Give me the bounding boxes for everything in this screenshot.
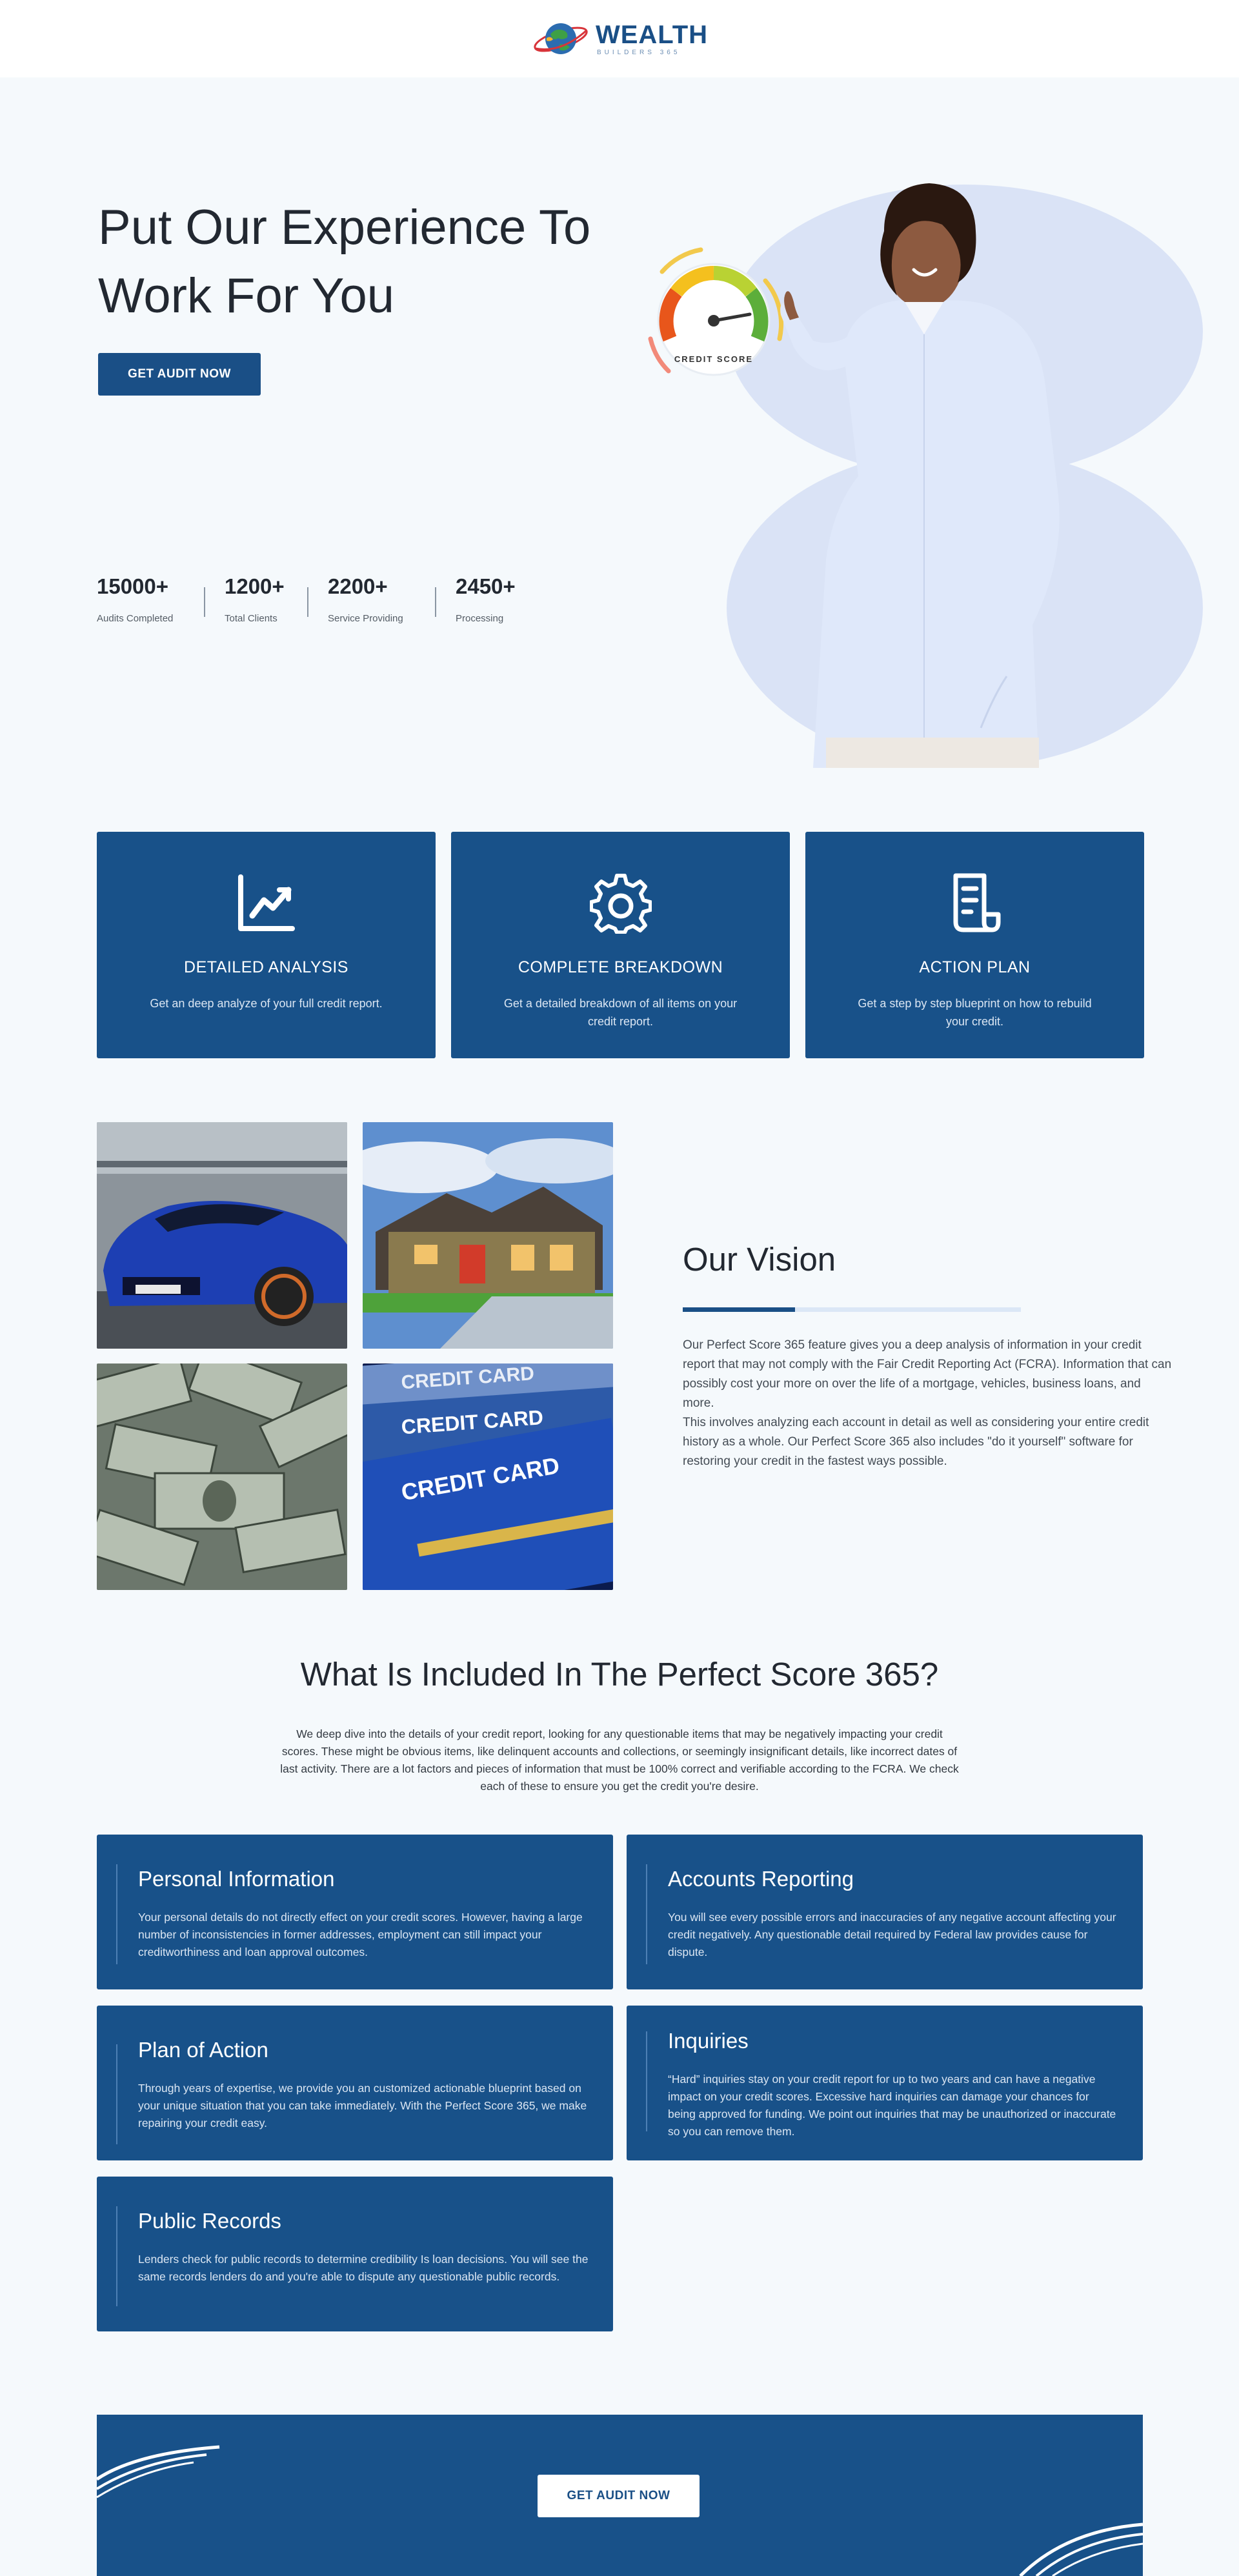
- stat-value: 15000+: [97, 574, 169, 598]
- cta-get-audit-now-button[interactable]: GET AUDIT NOW: [538, 2475, 700, 2517]
- stat-value: 1200+: [225, 574, 285, 598]
- stats-row: 15000+ Audits Completed 1200+ Total Clie…: [97, 574, 559, 624]
- feature-title: ACTION PLAN: [919, 958, 1031, 976]
- card-text: Through years of expertise, we provide y…: [138, 2082, 587, 2129]
- card-text: Your personal details do not directly ef…: [138, 1911, 583, 1958]
- card-accent: [116, 1864, 117, 1964]
- brand-tagline: BUILDERS 365: [596, 48, 681, 56]
- brand-logo[interactable]: WEALTH BUILDERS 365: [531, 16, 708, 61]
- card-title: Accounts Reporting: [668, 1867, 854, 1891]
- stat-divider: [307, 587, 308, 617]
- included-text: We deep dive into the details of your cr…: [280, 1727, 959, 1793]
- stat-processing: 2450+ Processing: [456, 574, 559, 624]
- included-card-accounts-reporting: Accounts Reporting You will see every po…: [627, 1835, 1143, 1989]
- stat-clients: 1200+ Total Clients: [225, 574, 307, 624]
- car-photo: [97, 1122, 347, 1349]
- card-title: Personal Information: [138, 1867, 335, 1891]
- included-title: What Is Included In The Perfect Score 36…: [300, 1656, 939, 1693]
- card-title: Plan of Action: [138, 2038, 268, 2062]
- included-card-personal-information: Personal Information Your personal detai…: [97, 1835, 613, 1989]
- card-title: Public Records: [138, 2209, 281, 2233]
- card-accent: [646, 2031, 647, 2131]
- cta-banner: GET AUDIT NOW: [97, 2415, 1143, 2576]
- feature-title: COMPLETE BREAKDOWN: [518, 958, 723, 976]
- card-text: You will see every possible errors and i…: [668, 1911, 1116, 1958]
- card-accent: [646, 1864, 647, 1964]
- vision-paragraph-1: Our Perfect Score 365 feature gives you …: [683, 1338, 1172, 1410]
- features-row: DETAILED ANALYSIS Get an deep analyze of…: [97, 832, 1144, 1058]
- globe-logo-icon: [534, 23, 588, 54]
- feature-card-action-plan: ACTION PLAN Get a step by step blueprint…: [805, 832, 1144, 1058]
- get-audit-now-button[interactable]: GET AUDIT NOW: [98, 353, 261, 396]
- hero-title: Put Our Experience To Work For You: [98, 194, 614, 330]
- line-chart-icon: [237, 874, 295, 931]
- included-card-public-records: Public Records Lenders check for public …: [97, 2177, 613, 2331]
- vision-paragraph-2: This involves analyzing each account in …: [683, 1416, 1149, 1468]
- stat-service: 2200+ Service Providing: [328, 574, 435, 624]
- vision-underline-accent: [683, 1307, 795, 1312]
- vision-text: Our Perfect Score 365 feature gives you …: [683, 1336, 1173, 1471]
- feature-text: Get a step by step blueprint on how to r…: [858, 997, 1092, 1028]
- feature-card-detailed-analysis: DETAILED ANALYSIS Get an deep analyze of…: [97, 832, 436, 1058]
- stat-value: 2200+: [328, 574, 388, 598]
- gear-icon: [589, 874, 652, 934]
- document-icon: [953, 873, 1000, 932]
- vision-title: Our Vision: [683, 1241, 836, 1278]
- feature-text: Get an deep analyze of your full credit …: [150, 997, 383, 1010]
- included-card-inquiries: Inquiries “Hard” inquiries stay on your …: [627, 2006, 1143, 2160]
- card-accent: [116, 2044, 117, 2144]
- woman-pointing-illustration: [780, 183, 1060, 768]
- page-main: Put Our Experience To Work For You GET A…: [0, 77, 1239, 2576]
- house-photo: [363, 1122, 613, 1349]
- stat-divider: [204, 587, 205, 617]
- stat-label: Total Clients: [225, 613, 277, 624]
- feature-text: Get a detailed breakdown of all items on…: [503, 997, 738, 1028]
- card-text: Lenders check for public records to dete…: [138, 2253, 589, 2283]
- card-title: Inquiries: [668, 2029, 749, 2053]
- included-card-plan-of-action: Plan of Action Through years of expertis…: [97, 2006, 613, 2160]
- stat-label: Audits Completed: [97, 613, 174, 624]
- hero-title-line2: Work For You: [98, 268, 395, 323]
- feature-card-complete-breakdown: COMPLETE BREAKDOWN Get a detailed breakd…: [451, 832, 790, 1058]
- credit-card-photo: CREDIT CARD CREDIT CARD CREDIT CARD: [363, 1363, 613, 1590]
- swoosh-decoration-icon: [1019, 2522, 1143, 2576]
- vision-underline: [683, 1307, 1021, 1312]
- stat-audits: 15000+ Audits Completed: [97, 574, 204, 624]
- stat-divider: [435, 587, 436, 617]
- hero-section: Put Our Experience To Work For You GET A…: [0, 77, 1239, 768]
- feature-title: DETAILED ANALYSIS: [184, 958, 348, 976]
- swoosh-decoration-icon: [97, 2445, 220, 2499]
- stat-label: Service Providing: [328, 613, 403, 624]
- site-header: WEALTH BUILDERS 365: [0, 0, 1239, 77]
- brand-name: WEALTH: [595, 20, 709, 49]
- card-accent: [116, 2206, 117, 2306]
- money-photo: [97, 1363, 347, 1590]
- stat-value: 2450+: [456, 574, 516, 598]
- card-text: “Hard” inquiries stay on your credit rep…: [668, 2073, 1116, 2138]
- hero-title-line1: Put Our Experience To: [98, 200, 591, 255]
- stat-label: Processing: [456, 613, 504, 624]
